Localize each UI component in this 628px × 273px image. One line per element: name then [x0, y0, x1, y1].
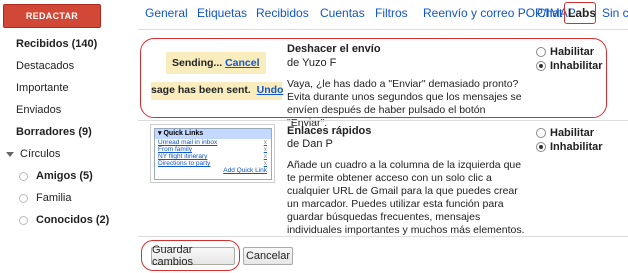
- lab-options: Habilitar Inhabilitar: [536, 45, 603, 73]
- radio-enable[interactable]: [536, 127, 546, 138]
- circle-label: Conocidos (2): [36, 214, 110, 226]
- lab-title: Deshacer el envío: [287, 43, 381, 55]
- enable-label: Habilitar: [550, 126, 595, 139]
- lab-description: Vaya, ¿le has dado a "Enviar" demasiado …: [287, 78, 522, 129]
- disable-option[interactable]: Inhabilitar: [536, 59, 603, 72]
- circle-icon: [19, 215, 28, 225]
- compose-button[interactable]: REDACTAR: [3, 4, 101, 28]
- quick-link: From family x: [158, 146, 267, 153]
- lab-undo-send: Sending... Cancel sage has been sent. Un…: [138, 38, 628, 129]
- undo-send-preview: Sending... Cancel sage has been sent. Un…: [151, 43, 284, 103]
- quick-link: Directions to party x: [158, 160, 267, 167]
- quick-links-box: ▾ Quick Links Unread mail in inbox x From…: [154, 128, 272, 180]
- lab-title: Enlaces rápidos: [287, 125, 372, 137]
- enable-option[interactable]: Habilitar: [536, 45, 603, 58]
- tab-inbox[interactable]: Recibidos: [256, 6, 309, 20]
- quick-link-add: Add Quick Link: [223, 167, 267, 174]
- radio-enable[interactable]: [536, 46, 546, 57]
- radio-disable[interactable]: [536, 141, 546, 152]
- sidebar-item-sent[interactable]: Enviados: [16, 104, 61, 116]
- preview-sent-text: sage has been sent. Undo: [151, 84, 284, 96]
- sidebar-circle-friends[interactable]: Amigos (5): [19, 170, 93, 182]
- lab-author: de Dan P: [287, 138, 333, 150]
- enable-label: Habilitar: [550, 45, 595, 58]
- circle-icon: [19, 193, 28, 203]
- chevron-down-icon: [6, 152, 14, 157]
- lab-quick-links: ▾ Quick Links Unread mail in inbox x From…: [138, 124, 628, 236]
- lab-author: de Yuzo F: [287, 57, 337, 69]
- cancel-button[interactable]: Cancelar: [243, 247, 293, 265]
- tabs-divider: [138, 29, 628, 30]
- sidebar-item-important[interactable]: Importante: [16, 82, 69, 94]
- sidebar-circle-family[interactable]: Familia: [19, 192, 71, 204]
- sidebar-item-drafts[interactable]: Borradores (9): [16, 126, 92, 138]
- disable-label: Inhabilitar: [550, 140, 603, 153]
- footer-divider: [138, 236, 628, 237]
- circle-label: Familia: [36, 192, 72, 204]
- tab-general[interactable]: General: [145, 6, 188, 20]
- quick-links-preview: ▾ Quick Links Unread mail in inbox x From…: [150, 124, 275, 183]
- radio-disable[interactable]: [536, 60, 546, 71]
- disable-label: Inhabilitar: [550, 59, 603, 72]
- tab-more[interactable]: Sin co: [602, 6, 628, 20]
- disable-option[interactable]: Inhabilitar: [536, 140, 603, 153]
- sidebar: REDACTAR Recibidos (140) Destacados Impo…: [0, 0, 138, 273]
- lab-description: Añade un cuadro a la columna de la izqui…: [287, 159, 525, 236]
- quick-link: Unread mail in inbox x: [158, 139, 267, 146]
- quick-link: NY flight itinerary x: [158, 153, 267, 160]
- tab-filters[interactable]: Filtros: [375, 6, 408, 20]
- tab-labels[interactable]: Etiquetas: [197, 6, 247, 20]
- tab-accounts[interactable]: Cuentas: [320, 6, 365, 20]
- enable-option[interactable]: Habilitar: [536, 126, 603, 139]
- sidebar-circles-toggle[interactable]: Círculos: [6, 148, 60, 160]
- quick-links-header: ▾ Quick Links: [155, 129, 271, 139]
- tab-labs[interactable]: Labs: [568, 6, 596, 20]
- circle-label: Amigos (5): [36, 170, 93, 182]
- lab-options: Habilitar Inhabilitar: [536, 126, 603, 154]
- sidebar-item-starred[interactable]: Destacados: [16, 60, 74, 72]
- save-changes-button[interactable]: Guardar cambios: [151, 244, 235, 268]
- circle-icon: [19, 171, 28, 181]
- sidebar-item-inbox[interactable]: Recibidos (140): [16, 38, 97, 50]
- tab-chat[interactable]: Chat: [537, 6, 562, 20]
- circles-label: Círculos: [20, 148, 61, 160]
- lab-separator: [138, 120, 628, 121]
- preview-sending-text: Sending... Cancel: [172, 57, 260, 69]
- sidebar-circle-acquaintances[interactable]: Conocidos (2): [19, 214, 109, 226]
